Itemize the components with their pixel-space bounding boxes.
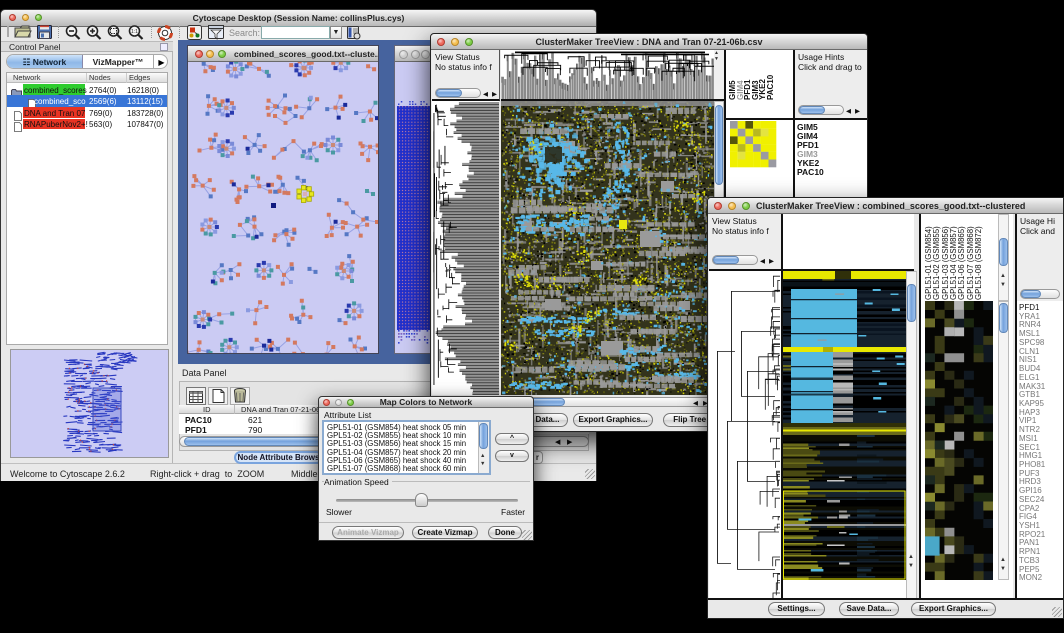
svg-text:1:1: 1:1: [131, 29, 138, 35]
